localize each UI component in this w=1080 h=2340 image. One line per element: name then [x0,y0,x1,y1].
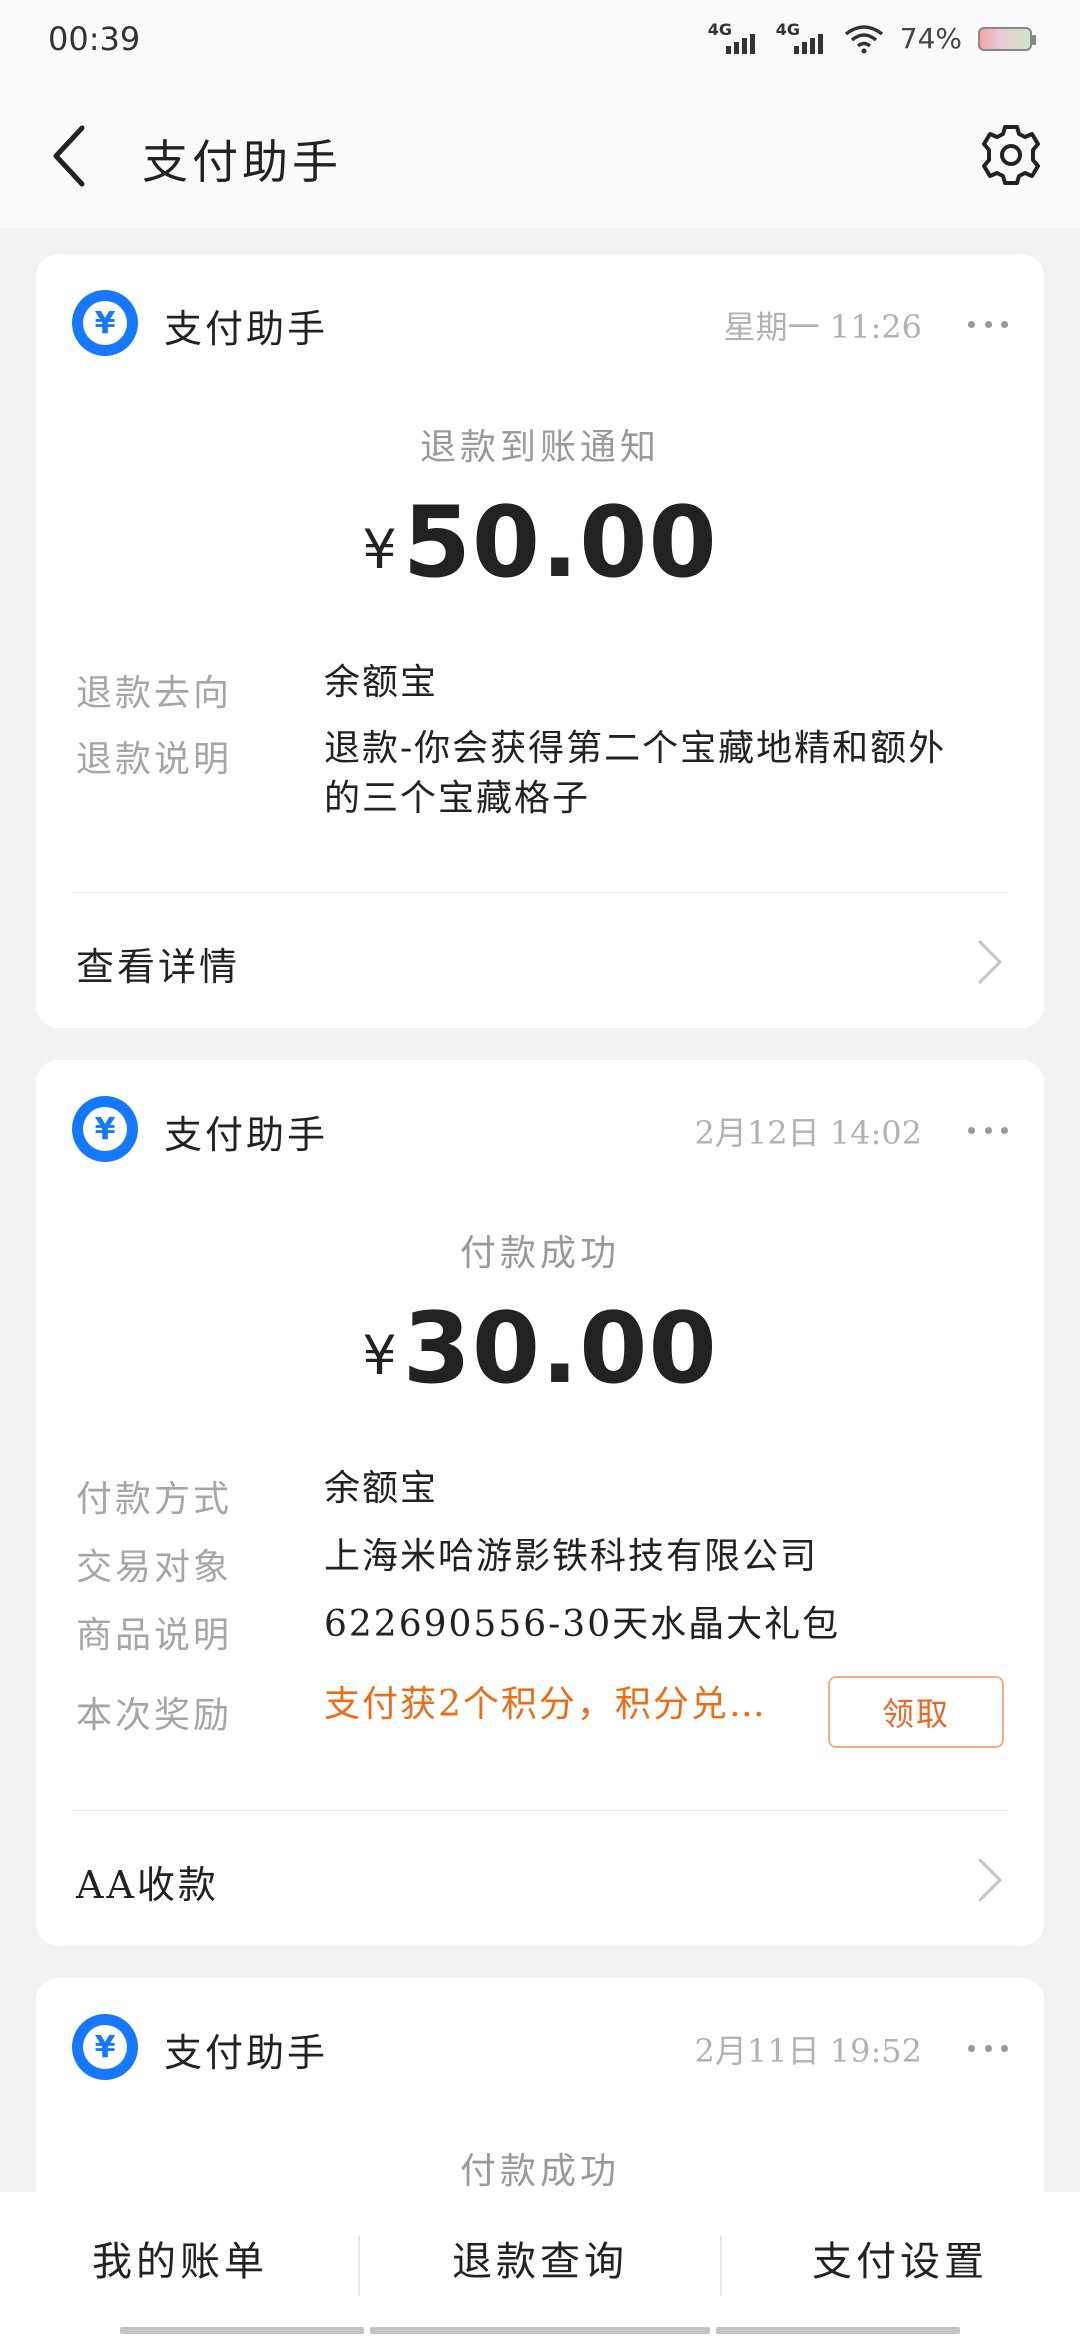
notice-title: 退款到账通知 [419,427,660,468]
reward-text[interactable]: 支付获2个积分，积分兑… [324,1680,814,1730]
page-title: 支付助手 [142,135,342,189]
network-type-label: 4G [707,19,733,39]
divider [72,1810,1008,1811]
detail-label: 商品说明 [76,1615,233,1656]
link-label: AA收款 [76,1863,219,1907]
chevron-right-icon [978,1858,1002,1902]
currency-symbol: ¥ [362,1324,397,1387]
more-icon[interactable] [968,2028,1008,2068]
currency-symbol: ¥ [362,518,397,581]
message-card: ¥ 支付助手 星期一 11:26 退款到账通知 ¥50.00 退款去向 余额宝 … [36,254,1044,1028]
nav-indicator [370,2327,710,2334]
nav-indicator [716,2327,960,2334]
amount: ¥50.00 [36,486,1044,600]
message-card: ¥ 支付助手 2月12日 14:02 付款成功 ¥30.00 付款方式 余额宝 … [36,1060,1044,1946]
notice-title: 付款成功 [459,1233,620,1274]
bottom-tab-bar: 我的账单 退款查询 支付设置 [0,2192,1080,2340]
battery-percent: 74% [899,22,962,55]
status-icons: 4G 4G 74% [708,20,1036,55]
detail-value: 退款-你会获得第二个宝藏地精和额外的三个宝藏格子 [324,728,947,819]
detail-label: 退款说明 [76,739,233,780]
card-app-name: 支付助手 [164,2031,329,2075]
tab-payment-settings[interactable]: 支付设置 [720,2192,1080,2324]
card-header: ¥ 支付助手 2月11日 19:52 [72,2014,1008,2080]
status-time: 00:39 [48,20,141,58]
signal-icon: 4G [708,20,760,54]
alipay-yuan-icon: ¥ [72,1096,138,1162]
card-time: 星期一 11:26 [723,308,922,346]
card-time: 2月12日 14:02 [694,1114,922,1152]
alipay-yuan-icon: ¥ [72,290,138,356]
network-type-label: 4G [775,19,801,39]
tab-my-bills[interactable]: 我的账单 [0,2192,360,2324]
detail-value: 622690556-30天水晶大礼包 [324,1604,841,1645]
divider [72,892,1008,893]
amount: ¥30.00 [36,1292,1044,1406]
battery-icon [978,26,1036,51]
view-details-link[interactable]: 查看详情 [76,920,1008,1000]
card-time: 2月11日 19:52 [694,2032,922,2070]
chevron-right-icon [978,940,1002,984]
amount-value: 50.00 [402,486,718,600]
detail-label: 交易对象 [76,1547,233,1588]
more-icon[interactable] [968,304,1008,344]
alipay-yuan-icon: ¥ [72,2014,138,2080]
card-header: ¥ 支付助手 星期一 11:26 [72,290,1008,356]
link-label: 查看详情 [76,945,241,989]
detail-label: 退款去向 [76,673,233,714]
app-header: 支付助手 [0,80,1080,228]
wifi-icon [844,24,883,53]
detail-value: 余额宝 [324,1468,439,1509]
claim-button[interactable]: 领取 [828,1676,1004,1748]
aa-collect-link[interactable]: AA收款 [76,1838,1008,1918]
detail-value: 余额宝 [324,662,439,703]
notice-title: 付款成功 [459,2151,620,2192]
signal-icon: 4G [776,20,828,54]
detail-value: 上海米哈游影铁科技有限公司 [324,1536,819,1577]
status-bar: 00:39 4G 4G 74% [0,0,1080,80]
card-header: ¥ 支付助手 2月12日 14:02 [72,1096,1008,1162]
nav-indicator [120,2327,364,2334]
card-app-name: 支付助手 [164,1113,329,1157]
message-card: ¥ 支付助手 2月11日 19:52 付款成功 [36,1978,1044,2218]
tab-refund-query[interactable]: 退款查询 [360,2192,720,2324]
detail-label: 本次奖励 [76,1695,233,1736]
gear-icon[interactable] [978,122,1044,188]
amount-value: 30.00 [402,1292,718,1406]
card-app-name: 支付助手 [164,307,329,351]
detail-label: 付款方式 [76,1479,233,1520]
back-icon[interactable] [40,116,110,196]
more-icon[interactable] [968,1110,1008,1150]
